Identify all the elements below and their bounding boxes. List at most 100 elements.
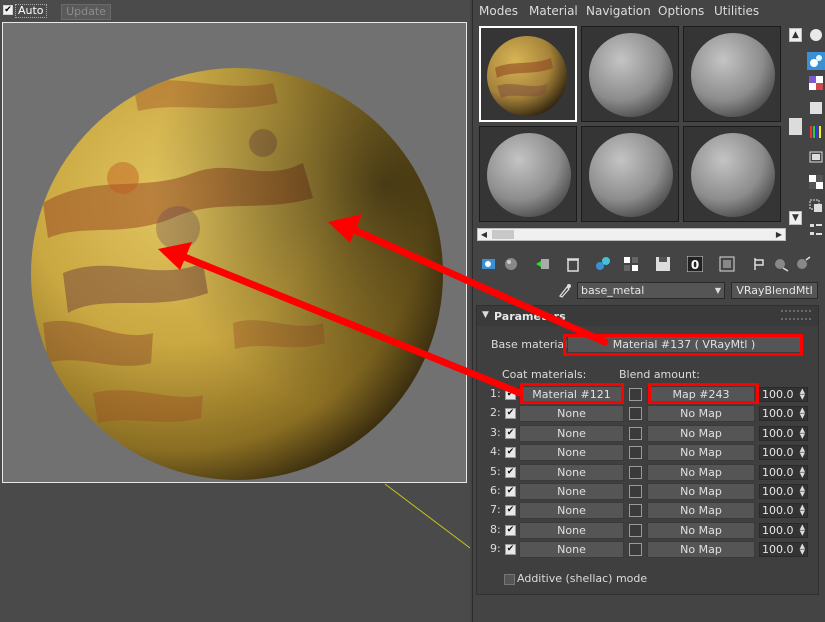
make-preview-icon[interactable] [809,150,823,164]
menu-material[interactable]: Material [529,4,578,18]
horizontal-scroll-thumb[interactable] [492,230,514,239]
row-enable-checkbox[interactable]: ✔ [505,544,516,555]
blend-color-swatch[interactable] [629,427,642,440]
row-enable-checkbox[interactable]: ✔ [505,486,516,497]
additive-shellac-checkbox[interactable] [504,574,515,585]
scroll-left-icon[interactable]: ◀ [478,229,490,240]
sample-slot-2[interactable] [581,26,679,122]
sample-type-sphere-icon[interactable] [809,28,823,42]
blend-color-swatch[interactable] [629,446,642,459]
sample-slot-6[interactable] [683,126,781,222]
spinner-arrows-icon[interactable]: ▲ ▼ [800,543,805,556]
scroll-right-icon[interactable]: ▶ [773,229,785,240]
blend-color-swatch[interactable] [629,524,642,537]
options-checker-icon[interactable] [809,175,823,189]
sample-slot-1[interactable] [479,26,577,122]
eyedropper-icon[interactable] [557,282,571,298]
row-enable-checkbox[interactable]: ✔ [505,408,516,419]
coat-material-button[interactable]: None [519,541,624,558]
parameters-rollout-header[interactable]: ▼ Parameters [477,306,818,326]
coat-material-button[interactable]: None [519,425,624,442]
spinner-arrows-icon[interactable]: ▲ ▼ [800,388,805,401]
sample-slot-4[interactable] [479,126,577,222]
spinner-arrows-icon[interactable]: ▲ ▼ [800,407,805,420]
coat-material-button[interactable]: None [519,444,624,461]
get-material-icon[interactable] [481,256,497,272]
put-to-scene-icon[interactable] [503,256,519,272]
slots-horizontal-scrollbar[interactable]: ◀ ▶ [477,228,786,241]
collapse-triangle-icon[interactable]: ▼ [482,310,489,320]
sample-slot-3[interactable] [683,26,781,122]
coat-material-button[interactable]: None [519,483,624,500]
blend-color-swatch[interactable] [629,388,642,401]
blend-amount-spinner[interactable]: 100.0 ▲ ▼ [759,484,808,499]
row-enable-checkbox[interactable]: ✔ [505,428,516,439]
slots-scroll-up-button[interactable]: ▲ [789,28,802,42]
update-button[interactable]: Update [61,4,111,20]
menu-options[interactable]: Options [658,4,704,18]
blend-map-button[interactable]: No Map [647,425,755,442]
blend-map-button[interactable]: No Map [647,502,755,519]
assign-material-icon[interactable] [535,256,551,272]
spinner-arrows-icon[interactable]: ▲ ▼ [800,466,805,479]
spinner-arrows-icon[interactable]: ▲ ▼ [800,524,805,537]
make-unique-icon[interactable] [595,256,611,272]
coat-material-button[interactable]: None [519,464,624,481]
blend-map-button[interactable]: No Map [647,464,755,481]
row-enable-checkbox[interactable]: ✔ [505,447,516,458]
blend-map-button[interactable]: No Map [647,483,755,500]
slots-scroll-thumb[interactable] [789,118,802,135]
blend-color-swatch[interactable] [629,504,642,517]
row-enable-checkbox[interactable]: ✔ [505,505,516,516]
material-map-navigator-icon[interactable] [809,223,823,237]
put-to-library-icon[interactable] [623,256,639,272]
go-forward-sibling-icon[interactable] [795,256,811,272]
backlight-icon[interactable] [807,52,825,70]
blend-map-button[interactable]: No Map [647,541,755,558]
blend-amount-spinner[interactable]: 100.0 ▲ ▼ [759,465,808,480]
delete-icon[interactable] [565,256,581,272]
blend-amount-spinner[interactable]: 100.0 ▲ ▼ [759,445,808,460]
blend-amount-spinner[interactable]: 100.0 ▲ ▼ [759,523,808,538]
sample-uv-tiling-icon[interactable] [809,101,823,115]
blend-amount-spinner[interactable]: 100.0 ▲ ▼ [759,503,808,518]
menu-modes[interactable]: Modes [479,4,518,18]
coat-material-button[interactable]: None [519,405,624,422]
blend-map-button[interactable]: No Map [647,405,755,422]
row-enable-checkbox[interactable]: ✔ [505,467,516,478]
blend-map-button[interactable]: No Map [647,444,755,461]
spinner-arrows-icon[interactable]: ▲ ▼ [800,504,805,517]
sample-slot-5[interactable] [581,126,679,222]
blend-map-button[interactable]: No Map [647,522,755,539]
blend-color-swatch[interactable] [629,466,642,479]
blend-amount-spinner[interactable]: 100.0 ▲ ▼ [759,406,808,421]
coat-material-button[interactable]: None [519,502,624,519]
video-color-check-icon[interactable] [809,125,823,139]
blend-color-swatch[interactable] [629,407,642,420]
material-type-button[interactable]: VRayBlendMtl [731,282,818,299]
select-by-material-icon[interactable] [809,199,823,213]
go-to-parent-icon[interactable] [773,256,789,272]
blend-amount-spinner[interactable]: 100.0 ▲ ▼ [759,542,808,557]
spinner-arrows-icon[interactable]: ▲ ▼ [800,485,805,498]
background-icon[interactable] [809,76,823,90]
row-enable-checkbox[interactable]: ✔ [505,389,516,400]
blend-amount-spinner[interactable]: 100.0 ▲ ▼ [759,387,808,402]
show-end-result-icon[interactable] [751,256,767,272]
blend-color-swatch[interactable] [629,543,642,556]
menu-navigation[interactable]: Navigation [586,4,651,18]
blend-color-swatch[interactable] [629,485,642,498]
blend-amount-spinner[interactable]: 100.0 ▲ ▼ [759,426,808,441]
menu-utilities[interactable]: Utilities [714,4,759,18]
row-enable-checkbox[interactable]: ✔ [505,525,516,536]
slots-scroll-down-button[interactable]: ▼ [789,211,802,225]
material-id-icon[interactable]: 0 [687,256,703,272]
coat-material-button[interactable]: None [519,522,624,539]
auto-label[interactable]: Auto [15,4,47,18]
material-name-dropdown[interactable]: base_metal ▼ [577,282,725,299]
save-material-icon[interactable] [655,256,671,272]
show-map-icon[interactable] [719,256,735,272]
auto-checkbox[interactable]: ✔ [3,5,13,15]
spinner-arrows-icon[interactable]: ▲ ▼ [800,427,805,440]
spinner-arrows-icon[interactable]: ▲ ▼ [800,446,805,459]
